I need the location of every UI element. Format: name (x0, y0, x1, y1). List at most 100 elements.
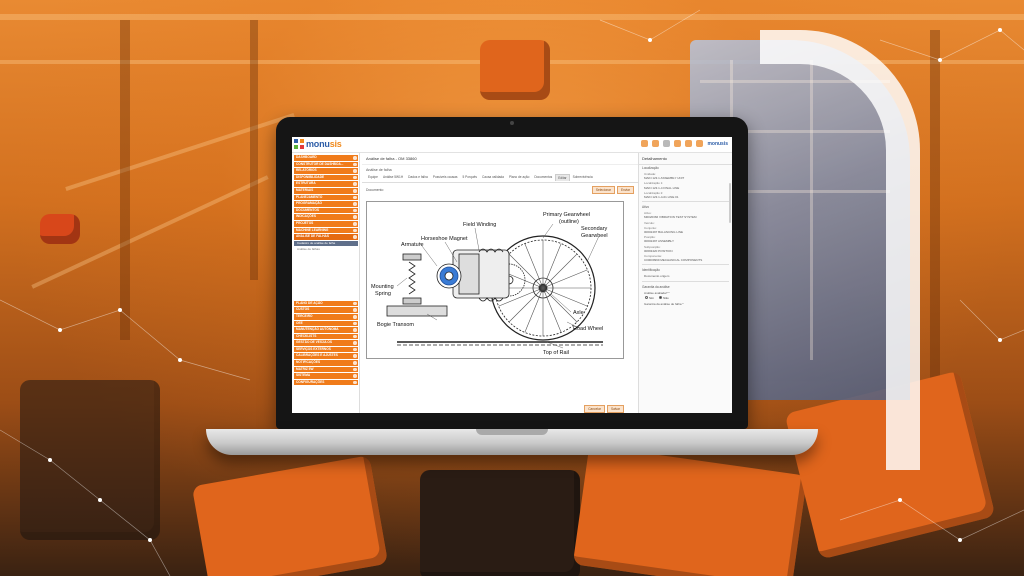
sidebar-item[interactable]: TERCEIRO (294, 313, 358, 320)
menu-label: CONSTRUTOR DE DASHBOA... (296, 161, 344, 166)
sidebar-item[interactable]: MATERIAIS (294, 187, 358, 194)
alert-icon[interactable] (641, 140, 649, 147)
form-actions: Cancelar Salvar (584, 405, 624, 413)
sidebar-item[interactable]: DOCUMENTOS (294, 207, 358, 214)
menu-label: GESTÃO DE VEÍCULOS (296, 340, 332, 345)
laptop-screen: monusis monusis DASHBOARD CONSTRUTOR DE D… (292, 137, 732, 413)
document-preview[interactable]: Field Winding Horseshoe Magnet Armature … (366, 201, 624, 359)
menu-label: Cadastro de análise de falha (297, 240, 336, 245)
expand-icon (353, 367, 357, 372)
label-top-of-rail: Top of Rail (543, 350, 569, 356)
expand-icon (353, 202, 357, 206)
expand-icon (353, 314, 357, 319)
expand-icon (353, 347, 357, 352)
menu-label: INDICAÇÕES (296, 214, 317, 219)
label-field-winding: Field Winding (463, 222, 496, 228)
tab[interactable]: Editar (555, 174, 570, 181)
menu-label: CONFIGURAÇÕES (296, 379, 325, 384)
expand-icon (353, 188, 357, 193)
menu-label: ANÁLISE DE FALHAS (296, 234, 329, 239)
sidebar-item[interactable]: MACHINE LEARNING (294, 227, 358, 234)
expand-icon (353, 301, 357, 306)
monusis-logo[interactable]: monusis (294, 139, 342, 149)
expand-icon (353, 235, 357, 239)
menu-label: MANUTENÇÃO AUTÔNOMA (296, 327, 339, 332)
laptop-notch (476, 429, 548, 435)
tab[interactable]: 5 Porquês (460, 174, 479, 181)
page-title: Análise de falha - OM 33860 (362, 153, 638, 165)
upload-button[interactable]: Enviar (616, 186, 634, 194)
mail-icon[interactable] (674, 140, 682, 147)
sidebar-item[interactable]: PLANEJAMENTO (294, 194, 358, 201)
detail-field-value: MAIN 123.1-4-01 LINE 01 (644, 195, 679, 200)
radio-no-icon (659, 295, 663, 299)
tab[interactable]: Plano de ação (507, 174, 531, 181)
sidebar-item[interactable]: NOTIFICAÇÕES (294, 360, 358, 366)
asset-fields: Ativo: M0020366 VIBRATION TEST SYSTEM Veíc… (639, 210, 732, 262)
tab[interactable]: Dados e falha (406, 174, 430, 181)
expand-icon (353, 354, 357, 359)
sidebar-item[interactable]: CONSTRUTOR DE DASHBOA... (294, 161, 358, 168)
menu-label: OEE (296, 320, 303, 325)
sidebar-item[interactable]: CALIBRAÇÕES E AJUSTES (294, 353, 358, 360)
section-label: Análise de falha (366, 168, 392, 172)
save-button[interactable]: Salvar (606, 405, 624, 413)
menu-label: CHECKLISTS (296, 333, 317, 338)
sidebar-subitem-selected[interactable]: Cadastro de análise de falha (294, 240, 358, 246)
sidebar-subitem[interactable]: Análise de falhas (294, 247, 358, 252)
detail-field-value: 00002497 BALANCING LINE (644, 230, 684, 235)
sidebar-item[interactable]: CONFIGURAÇÕES (294, 379, 358, 386)
sidebar-item[interactable]: PROGRAMAÇÃO (294, 201, 358, 207)
expand-icon (353, 156, 357, 160)
sidebar-item[interactable]: MANUTENÇÃO AUTÔNOMA (294, 327, 358, 333)
bell-icon[interactable] (685, 140, 693, 147)
topbar-icons: monusis (641, 140, 728, 147)
sidebar-item[interactable]: DISPONIBILIDADE (294, 174, 358, 181)
star-icon[interactable] (652, 140, 660, 147)
guarantee-field[interactable]: Garantia da análise de falha * (639, 301, 732, 306)
expand-icon (353, 321, 357, 326)
sidebar-item[interactable]: OEE (294, 320, 358, 327)
sidebar-item[interactable]: CHECKLISTS (294, 333, 358, 340)
expand-icon (353, 308, 357, 312)
sidebar-item[interactable]: MATRIZ 5W (294, 366, 358, 373)
tab[interactable]: Possíveis causas (431, 174, 460, 181)
tab[interactable]: Causa validada (480, 174, 506, 181)
sidebar-item[interactable]: PROJETOS (294, 220, 358, 227)
sidebar-item[interactable]: CUSTOS (294, 307, 358, 313)
detail-field: Localização 2: MAIN 123.1-4-01 LINE 01 (639, 190, 732, 199)
expand-icon (353, 162, 357, 167)
sidebar-item[interactable]: INDICAÇÕES (294, 214, 358, 220)
radio-yes[interactable]: Sim (645, 295, 654, 300)
sidebar-item[interactable]: RELATÓRIOS (294, 168, 358, 174)
user-icon[interactable] (696, 140, 704, 147)
details-scrollbar[interactable] (729, 183, 731, 223)
menu-label: PLANO DE AÇÃO (296, 300, 323, 305)
sidebar-item[interactable]: SISTEMA (294, 373, 358, 379)
tab[interactable]: Equipe (366, 174, 380, 181)
label-secondary-gearwheel-b: Gearwheel (581, 233, 608, 239)
main-content: Análise de falha - OM 33860 Imprimir DOC… (362, 153, 724, 413)
label-bogie-transom: Bogie Transom (377, 322, 414, 328)
tab[interactable]: Documentos (532, 174, 554, 181)
radio-no[interactable]: Não (659, 295, 669, 300)
refresh-icon[interactable] (663, 140, 671, 147)
select-file-button[interactable]: Selecionar (591, 186, 615, 194)
origin-document-field[interactable]: Documento origem (639, 273, 732, 278)
sidebar-item[interactable]: ANÁLISE DE FALHAS (294, 234, 358, 240)
sidebar-item[interactable]: DASHBOARD (294, 155, 358, 161)
sidebar-item[interactable]: PLANO DE AÇÃO (294, 300, 358, 307)
tab[interactable]: Análise 5W1H (381, 174, 405, 181)
detail-field-value: 00693420 POSITION (644, 248, 673, 253)
document-row: Documento Selecionar Enviar (362, 183, 638, 197)
tab[interactable]: Sobrevivência (571, 174, 595, 181)
expand-icon (353, 195, 357, 200)
sidebar-item[interactable]: SERVIÇOS EXTERNOS (294, 346, 358, 353)
menu-label: DISPONIBILIDADE (296, 174, 325, 179)
expand-icon (353, 374, 357, 378)
cancel-button[interactable]: Cancelar (584, 405, 605, 413)
expand-icon (353, 334, 357, 339)
sidebar-item[interactable]: GESTÃO DE VEÍCULOS (294, 340, 358, 346)
sidebar-item[interactable]: ESTRUTURA (294, 181, 358, 187)
label-horseshoe-magnet: Horseshoe Magnet (421, 236, 468, 242)
